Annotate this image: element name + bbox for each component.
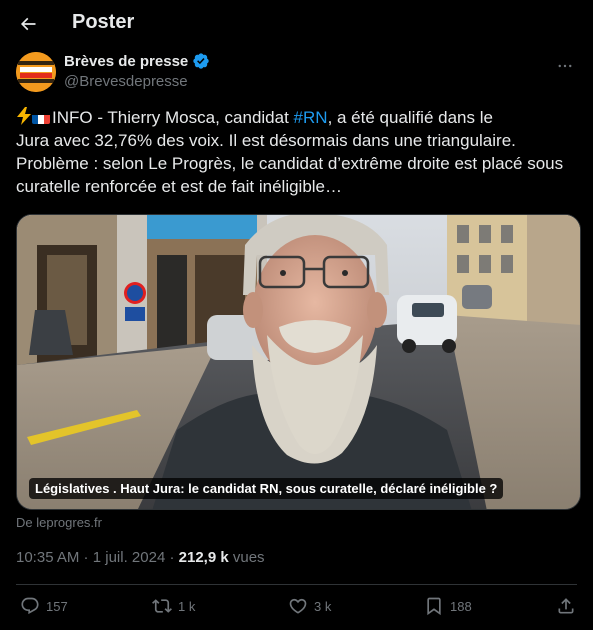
- repost-count: 1 k: [178, 598, 196, 614]
- bookmark-icon: [427, 597, 441, 616]
- repost-button[interactable]: 1 k: [152, 596, 195, 616]
- arrow-left-icon: [20, 17, 36, 31]
- card-photo: [17, 215, 580, 509]
- share-button[interactable]: [556, 596, 576, 616]
- tweet-time[interactable]: 10:35 AM: [16, 549, 79, 566]
- author-display-name[interactable]: Brèves de presse: [64, 53, 188, 70]
- tweet-text: INFO - Thierry Mosca, candidat #RN, a ét…: [16, 106, 577, 198]
- reply-count: 157: [46, 598, 68, 614]
- top-bar: Poster: [0, 0, 593, 47]
- tweet-author: Brèves de presse @Brevesdepresse: [16, 50, 577, 96]
- heart-icon: [289, 598, 307, 614]
- tweet-line-2: Jura avec 32,76% des voix. Il est désorm…: [16, 131, 516, 150]
- bookmark-count: 188: [450, 598, 472, 614]
- tweet-meta: 10:35 AM · 1 juil. 2024 · 212,9 k vues: [16, 549, 265, 566]
- reply-icon: [21, 597, 39, 615]
- author-handle[interactable]: @Brevesdepresse: [64, 73, 188, 90]
- action-bar: 157 1 k 3 k 188: [16, 590, 577, 624]
- tweet-date[interactable]: 1 juil. 2024: [93, 549, 166, 566]
- page-title: Poster: [72, 11, 135, 33]
- like-button[interactable]: 3 k: [288, 596, 331, 616]
- bookmark-button[interactable]: 188: [424, 596, 472, 616]
- avatar-logo: [16, 52, 56, 92]
- lightning-emoji-icon: [17, 107, 31, 125]
- more-horizontal-icon: [558, 64, 572, 68]
- tweet-line-3: Problème : selon Le Progrès, le candidat…: [16, 154, 564, 173]
- verified-badge-icon: [193, 53, 209, 69]
- tweet-line-1: INFO - Thierry Mosca, candidat #RN, a ét…: [16, 106, 577, 129]
- views-count: 212,9 k: [178, 549, 229, 566]
- link-card[interactable]: Législatives . Haut Jura: le candidat RN…: [16, 214, 581, 510]
- back-button[interactable]: [12, 8, 44, 40]
- avatar[interactable]: [16, 52, 56, 92]
- more-options-button[interactable]: [553, 54, 577, 78]
- card-source[interactable]: De leprogres.fr: [16, 515, 102, 530]
- reply-button[interactable]: 157: [20, 596, 68, 616]
- share-icon: [558, 598, 574, 614]
- hashtag-link[interactable]: #RN: [294, 108, 328, 127]
- repost-icon: [152, 599, 172, 613]
- like-count: 3 k: [314, 598, 332, 614]
- france-flag-icon: [32, 111, 50, 124]
- card-caption: Législatives . Haut Jura: le candidat RN…: [29, 478, 504, 499]
- divider: [16, 584, 577, 585]
- tweet-line-4: curatelle renforcée et est de fait inéli…: [16, 177, 343, 196]
- views-label: vues: [228, 549, 265, 566]
